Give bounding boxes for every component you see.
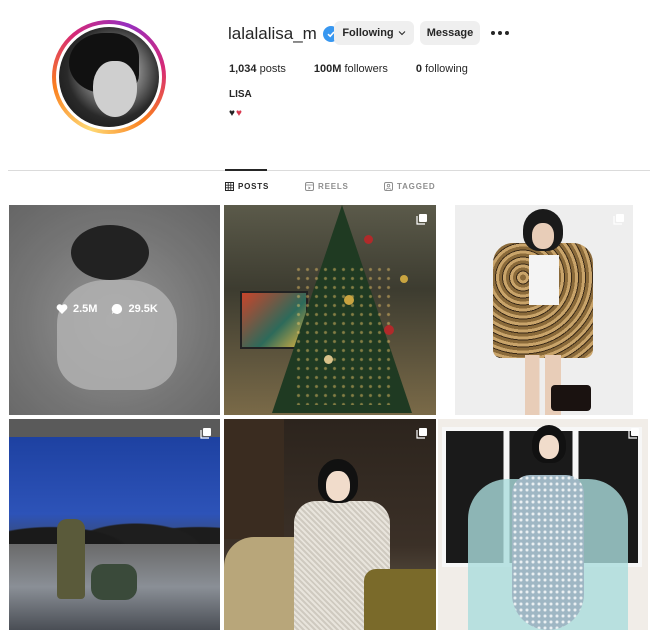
post-dog — [91, 564, 137, 600]
likes-count: 2.5M — [73, 303, 98, 315]
following-stat-label: following — [425, 63, 468, 75]
bio-name: LISA — [229, 89, 252, 100]
grid-icon — [225, 182, 234, 191]
post-trees — [9, 499, 220, 549]
more-options-icon[interactable] — [491, 26, 509, 40]
chevron-down-icon — [398, 31, 406, 36]
reels-icon — [305, 182, 314, 191]
black-heart-icon: ♥ — [229, 108, 235, 119]
post-tile-5[interactable] — [224, 419, 436, 630]
ornament — [344, 295, 354, 305]
comments-count: 29.5K — [128, 303, 158, 315]
tab-tagged[interactable]: TAGGED — [384, 182, 435, 191]
tab-posts[interactable]: POSTS — [225, 182, 305, 191]
tab-reels[interactable]: REELS — [305, 182, 384, 191]
post-handbag — [551, 385, 591, 411]
post-figure-face — [532, 223, 554, 249]
post-figure-face — [539, 435, 559, 459]
following-button[interactable]: Following — [334, 21, 414, 45]
profile-stats: 1,034 posts 100M followers 0 following — [229, 63, 468, 75]
tab-tagged-label: TAGGED — [397, 182, 436, 191]
post-cushion — [364, 569, 436, 630]
ornament — [364, 235, 373, 244]
followers-count: 100M — [313, 63, 342, 75]
stat-following[interactable]: 0 following — [416, 63, 468, 75]
profile-avatar-ring[interactable] — [52, 20, 166, 134]
ornament — [324, 355, 333, 364]
profile-username: lalalalisa_m — [228, 24, 317, 43]
tab-reels-label: REELS — [318, 182, 349, 191]
post-sequin-dress — [512, 475, 584, 630]
post-tree-lights — [294, 265, 394, 405]
stat-posts: 1,034 posts — [229, 63, 286, 75]
profile-username-row: lalalalisa_m — [228, 24, 339, 44]
posts-count: 1,034 — [229, 63, 257, 75]
multiple-images-icon — [613, 214, 624, 225]
post-figure — [57, 519, 85, 599]
avatar-inner — [56, 24, 162, 130]
tab-posts-label: POSTS — [238, 182, 270, 191]
post-tile-1[interactable]: 2.5M 29.5K — [9, 205, 220, 415]
followers-label: followers — [344, 63, 388, 75]
message-button[interactable]: Message — [420, 21, 480, 45]
post-hover-stats: 2.5M 29.5K — [56, 303, 158, 315]
bio-emojis: ♥ ♥ — [229, 108, 242, 119]
tabs-divider — [8, 170, 650, 171]
ornament — [384, 325, 394, 335]
post-wood-panel — [224, 419, 284, 539]
active-tab-indicator — [225, 169, 267, 171]
multiple-images-icon — [416, 214, 427, 225]
ornament — [400, 275, 408, 283]
stat-followers[interactable]: 100M followers — [314, 63, 388, 75]
posts-label: posts — [259, 63, 286, 75]
post-station-roof — [9, 419, 220, 437]
red-heart-icon: ♥ — [235, 108, 242, 119]
profile-tabs: POSTS REELS TAGGED — [225, 182, 435, 191]
tagged-icon — [384, 182, 393, 191]
post-figure-shirt — [529, 255, 559, 305]
comment-icon — [112, 303, 123, 314]
following-count: 0 — [415, 63, 423, 75]
avatar-face — [93, 61, 137, 117]
multiple-images-icon — [416, 428, 427, 439]
following-button-label: Following — [342, 27, 394, 39]
post-tile-2[interactable] — [224, 205, 436, 415]
avatar — [59, 27, 159, 127]
multiple-images-icon — [628, 428, 639, 439]
multiple-images-icon — [200, 428, 211, 439]
post-tile-4[interactable] — [9, 419, 220, 630]
post-figure-face — [326, 471, 350, 501]
likes-stat: 2.5M — [56, 303, 97, 315]
post-tile-6[interactable] — [438, 419, 648, 630]
comments-stat: 29.5K — [111, 303, 158, 315]
post-tile-3[interactable] — [455, 205, 633, 415]
heart-icon — [56, 304, 68, 314]
